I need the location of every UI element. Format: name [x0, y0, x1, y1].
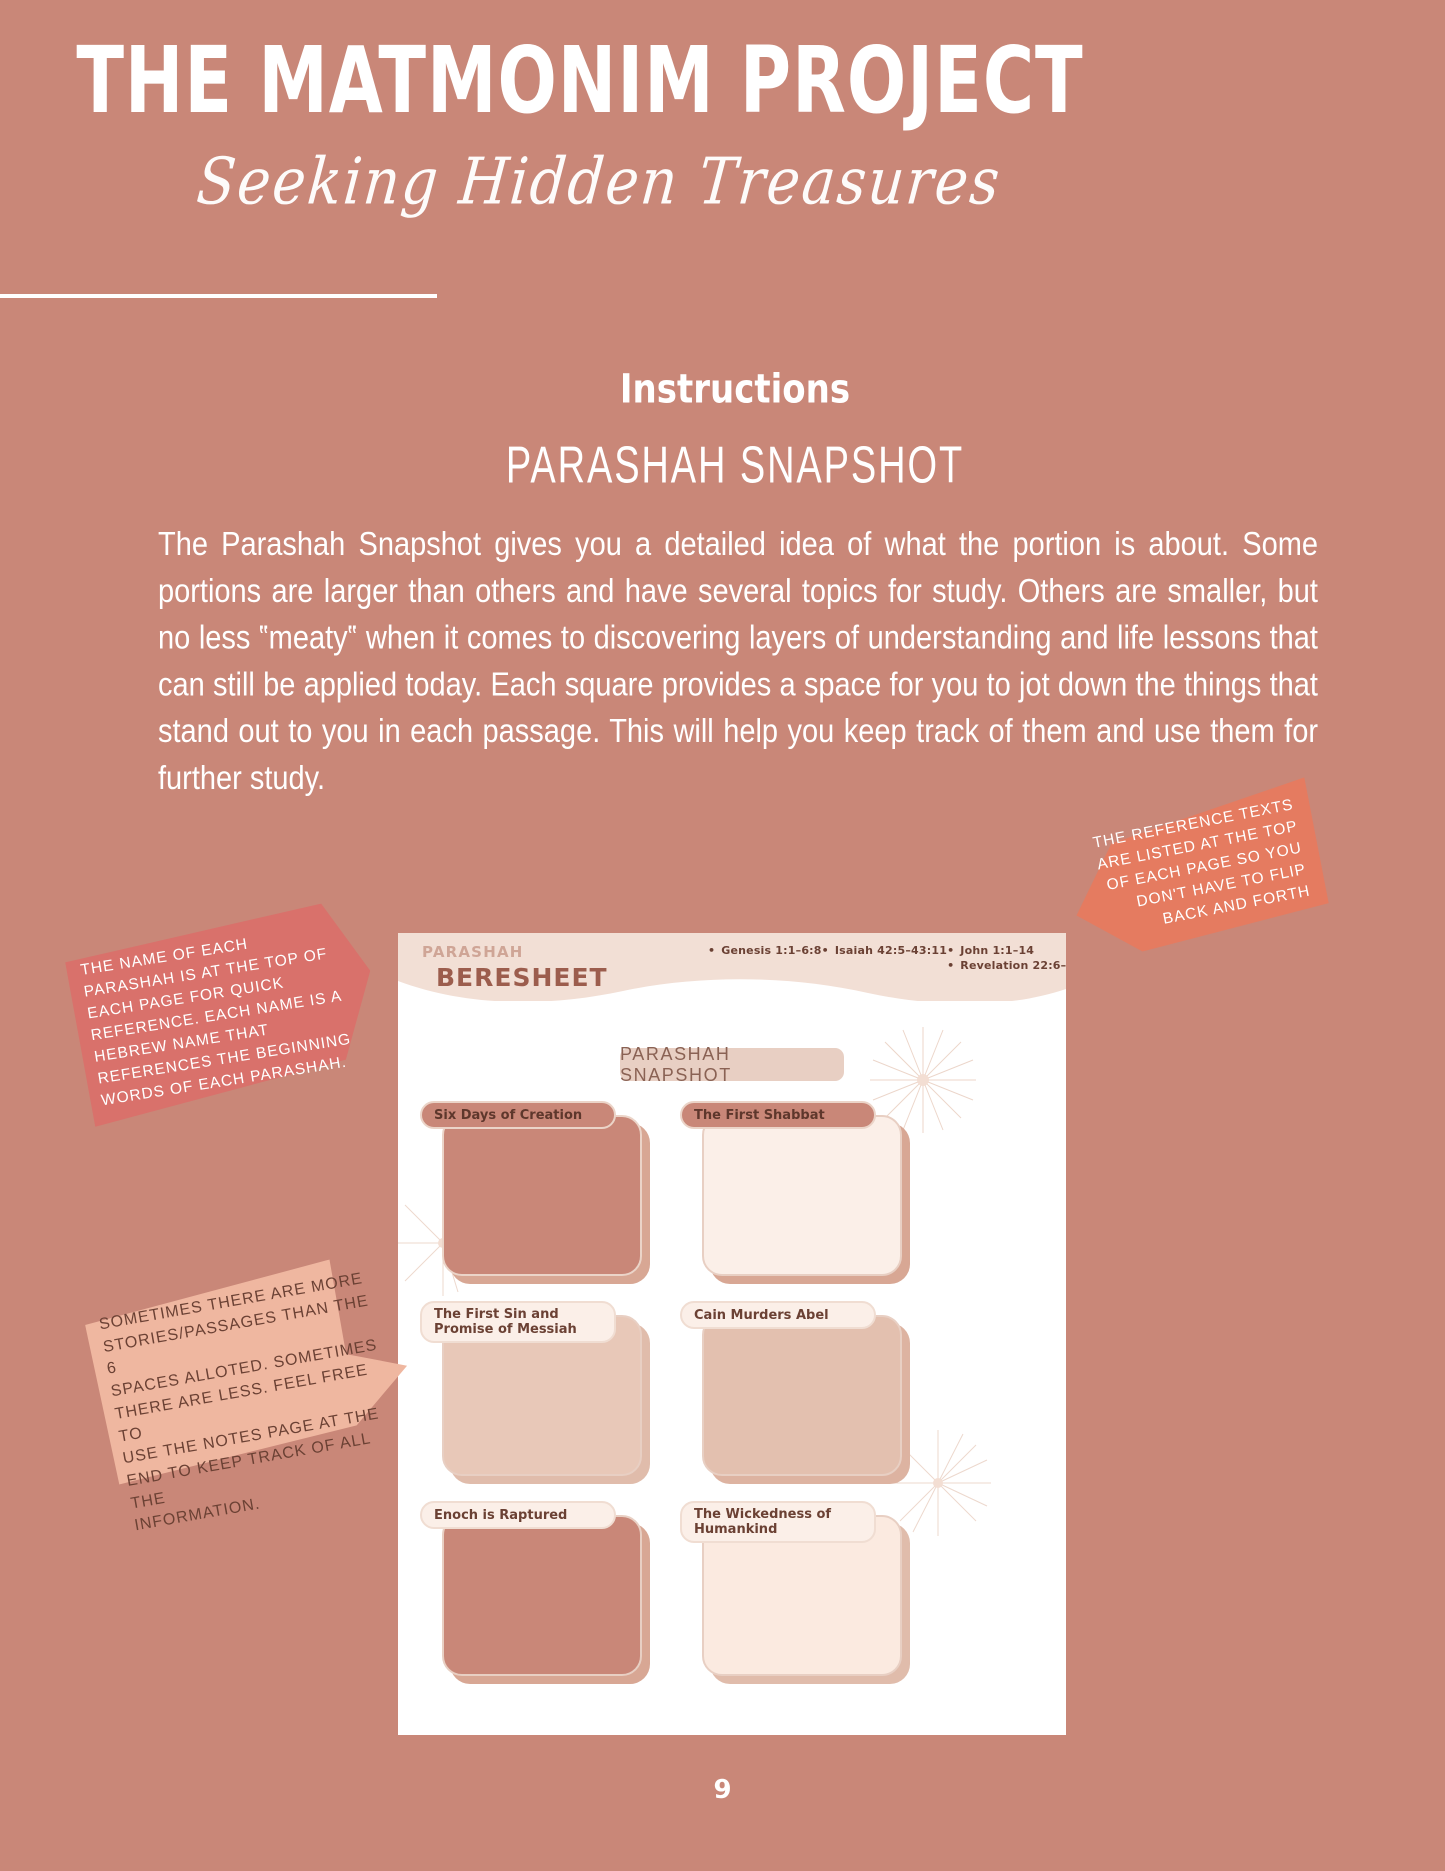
- section-title: PARASHAH SNAPSHOT: [505, 437, 965, 495]
- card-label: Six Days of Creation: [420, 1101, 616, 1129]
- reference-item: Revelation 22:6–21: [947, 959, 1066, 972]
- card-label: The Wickedness of Humankind: [680, 1501, 876, 1543]
- page-root: THE MATMONIM PROJECT Seeking Hidden Trea…: [0, 0, 1445, 1871]
- card-label: The First Shabbat: [680, 1101, 876, 1129]
- card-writing-area[interactable]: [442, 1515, 642, 1676]
- header-divider: [0, 294, 437, 298]
- card-label: Enoch is Raptured: [420, 1501, 616, 1529]
- worksheet-snapshot-pill: PARASHAH SNAPSHOT: [620, 1044, 844, 1085]
- card-writing-area[interactable]: [442, 1115, 642, 1276]
- page-subtitle: Seeking Hidden Treasures: [193, 145, 1005, 220]
- reference-item: John 1:1–14: [947, 944, 1066, 957]
- card-label: Cain Murders Abel: [680, 1301, 876, 1329]
- instructions-heading: Instructions: [619, 366, 851, 414]
- snapshot-card[interactable]: Six Days of Creation: [420, 1101, 650, 1284]
- snapshot-card[interactable]: The First Sin and Promise of Messiah: [420, 1301, 650, 1484]
- snapshot-card[interactable]: The Wickedness of Humankind: [680, 1501, 910, 1684]
- callout-text: SOMETIMES THERE ARE MORE STORIES/PASSAGE…: [97, 1270, 381, 1535]
- snapshot-card[interactable]: The First Shabbat: [680, 1101, 910, 1284]
- reference-item: Isaiah 42:5–43:11: [822, 944, 947, 957]
- card-writing-area[interactable]: [702, 1115, 902, 1276]
- callout-reference-texts: THE REFERENCE TEXTS ARE LISTED AT THE TO…: [1059, 777, 1331, 962]
- worksheet-preview: PARASHAH BERESHEET Genesis 1:1–6:8 Isaia…: [398, 933, 1066, 1735]
- callout-spaces-note: SOMETIMES THERE ARE MORE STORIES/PASSAGE…: [81, 1249, 418, 1535]
- snapshot-card[interactable]: Cain Murders Abel: [680, 1301, 910, 1484]
- page-title: THE MATMONIM PROJECT: [76, 26, 1084, 134]
- instructions-body: The Parashah Snapshot gives you a detail…: [158, 526, 1318, 797]
- page-number: 9: [713, 1775, 732, 1805]
- reference-item: Genesis 1:1–6:8: [708, 944, 822, 957]
- worksheet-parashah-name: BERESHEET: [436, 963, 608, 992]
- card-label: The First Sin and Promise of Messiah: [420, 1301, 616, 1343]
- snapshot-card[interactable]: Enoch is Raptured: [420, 1501, 650, 1684]
- worksheet-parashah-label: PARASHAH: [422, 943, 524, 961]
- worksheet-reference-list: Genesis 1:1–6:8 Isaiah 42:5–43:11 John 1…: [708, 944, 1066, 972]
- callout-parashah-name: THE NAME OF EACH PARASHAH IS AT THE TOP …: [62, 898, 387, 1128]
- card-writing-area[interactable]: [702, 1315, 902, 1476]
